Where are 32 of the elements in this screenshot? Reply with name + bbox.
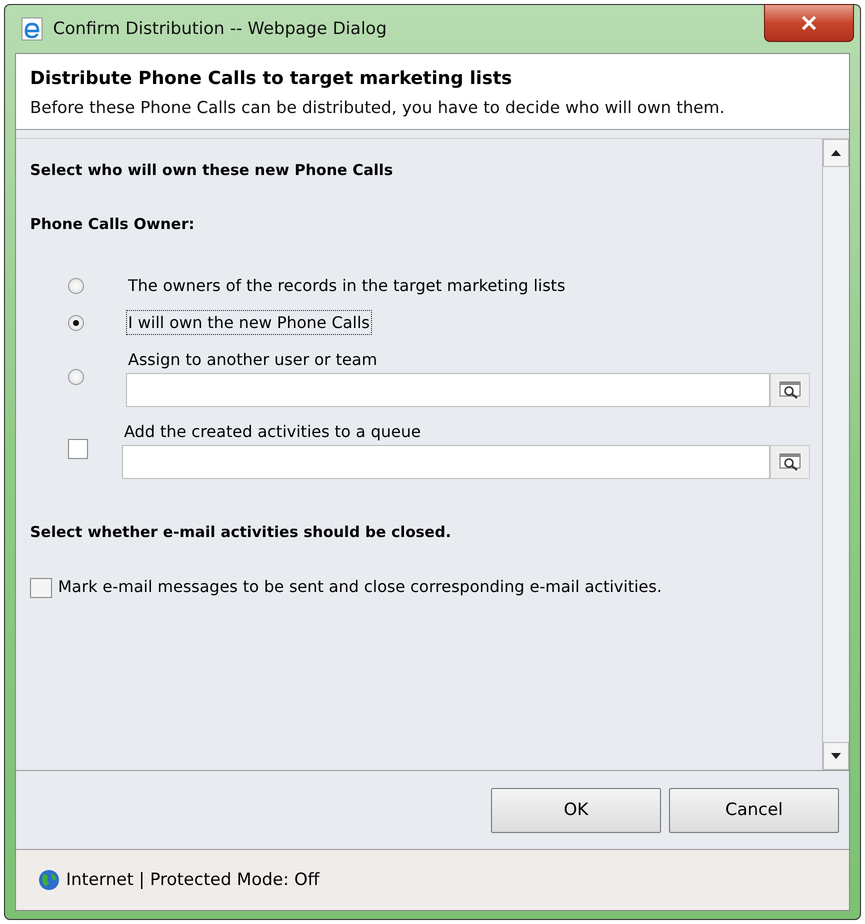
- option-label[interactable]: The owners of the records in the target marketing lists: [126, 273, 568, 298]
- checkbox[interactable]: [30, 578, 52, 598]
- lookup-icon: [779, 453, 801, 471]
- radio-button[interactable]: [68, 369, 84, 385]
- lookup-button[interactable]: [770, 445, 810, 479]
- lookup-field[interactable]: [122, 445, 770, 479]
- dialog-button[interactable]: OK: [491, 788, 661, 832]
- radio-button[interactable]: [68, 278, 84, 294]
- checkbox-label[interactable]: Mark e-mail messages to be sent and close corresponding e-mail activities.: [58, 577, 662, 596]
- close-button[interactable]: [764, 4, 854, 42]
- dialog-button[interactable]: Cancel: [669, 788, 839, 832]
- field-label: Phone Calls Owner:: [30, 215, 196, 233]
- lookup-icon: [779, 381, 801, 399]
- section-heading: Select whether e-mail activities should be closed.: [30, 523, 452, 541]
- radio-button[interactable]: [68, 314, 84, 330]
- dialog-heading: Distribute Phone Calls to target marketing lists: [30, 68, 514, 89]
- lookup-button[interactable]: [770, 373, 810, 407]
- checkbox[interactable]: [68, 439, 88, 459]
- status-text: Internet | Protected Mode: Off: [66, 870, 320, 890]
- globe-icon: [38, 869, 60, 891]
- lookup-field[interactable]: [126, 373, 770, 407]
- scroll-up-icon: [831, 150, 841, 156]
- scrollbar[interactable]: [822, 139, 849, 770]
- section-heading: Select who will own these new Phone Calls: [30, 161, 394, 179]
- option-label[interactable]: Assign to another user or team: [126, 347, 380, 372]
- scroll-down-icon: [831, 753, 841, 759]
- browser-logo-icon: [19, 16, 45, 42]
- option-label[interactable]: Add the created activities to a queue: [122, 419, 423, 444]
- close-icon: [801, 16, 817, 30]
- option-label[interactable]: I will own the new Phone Calls: [126, 310, 372, 335]
- window-title: Confirm Distribution -- Webpage Dialog: [53, 19, 387, 39]
- dialog-description: Before these Phone Calls can be distributed, you have to decide who will own them.: [30, 97, 726, 119]
